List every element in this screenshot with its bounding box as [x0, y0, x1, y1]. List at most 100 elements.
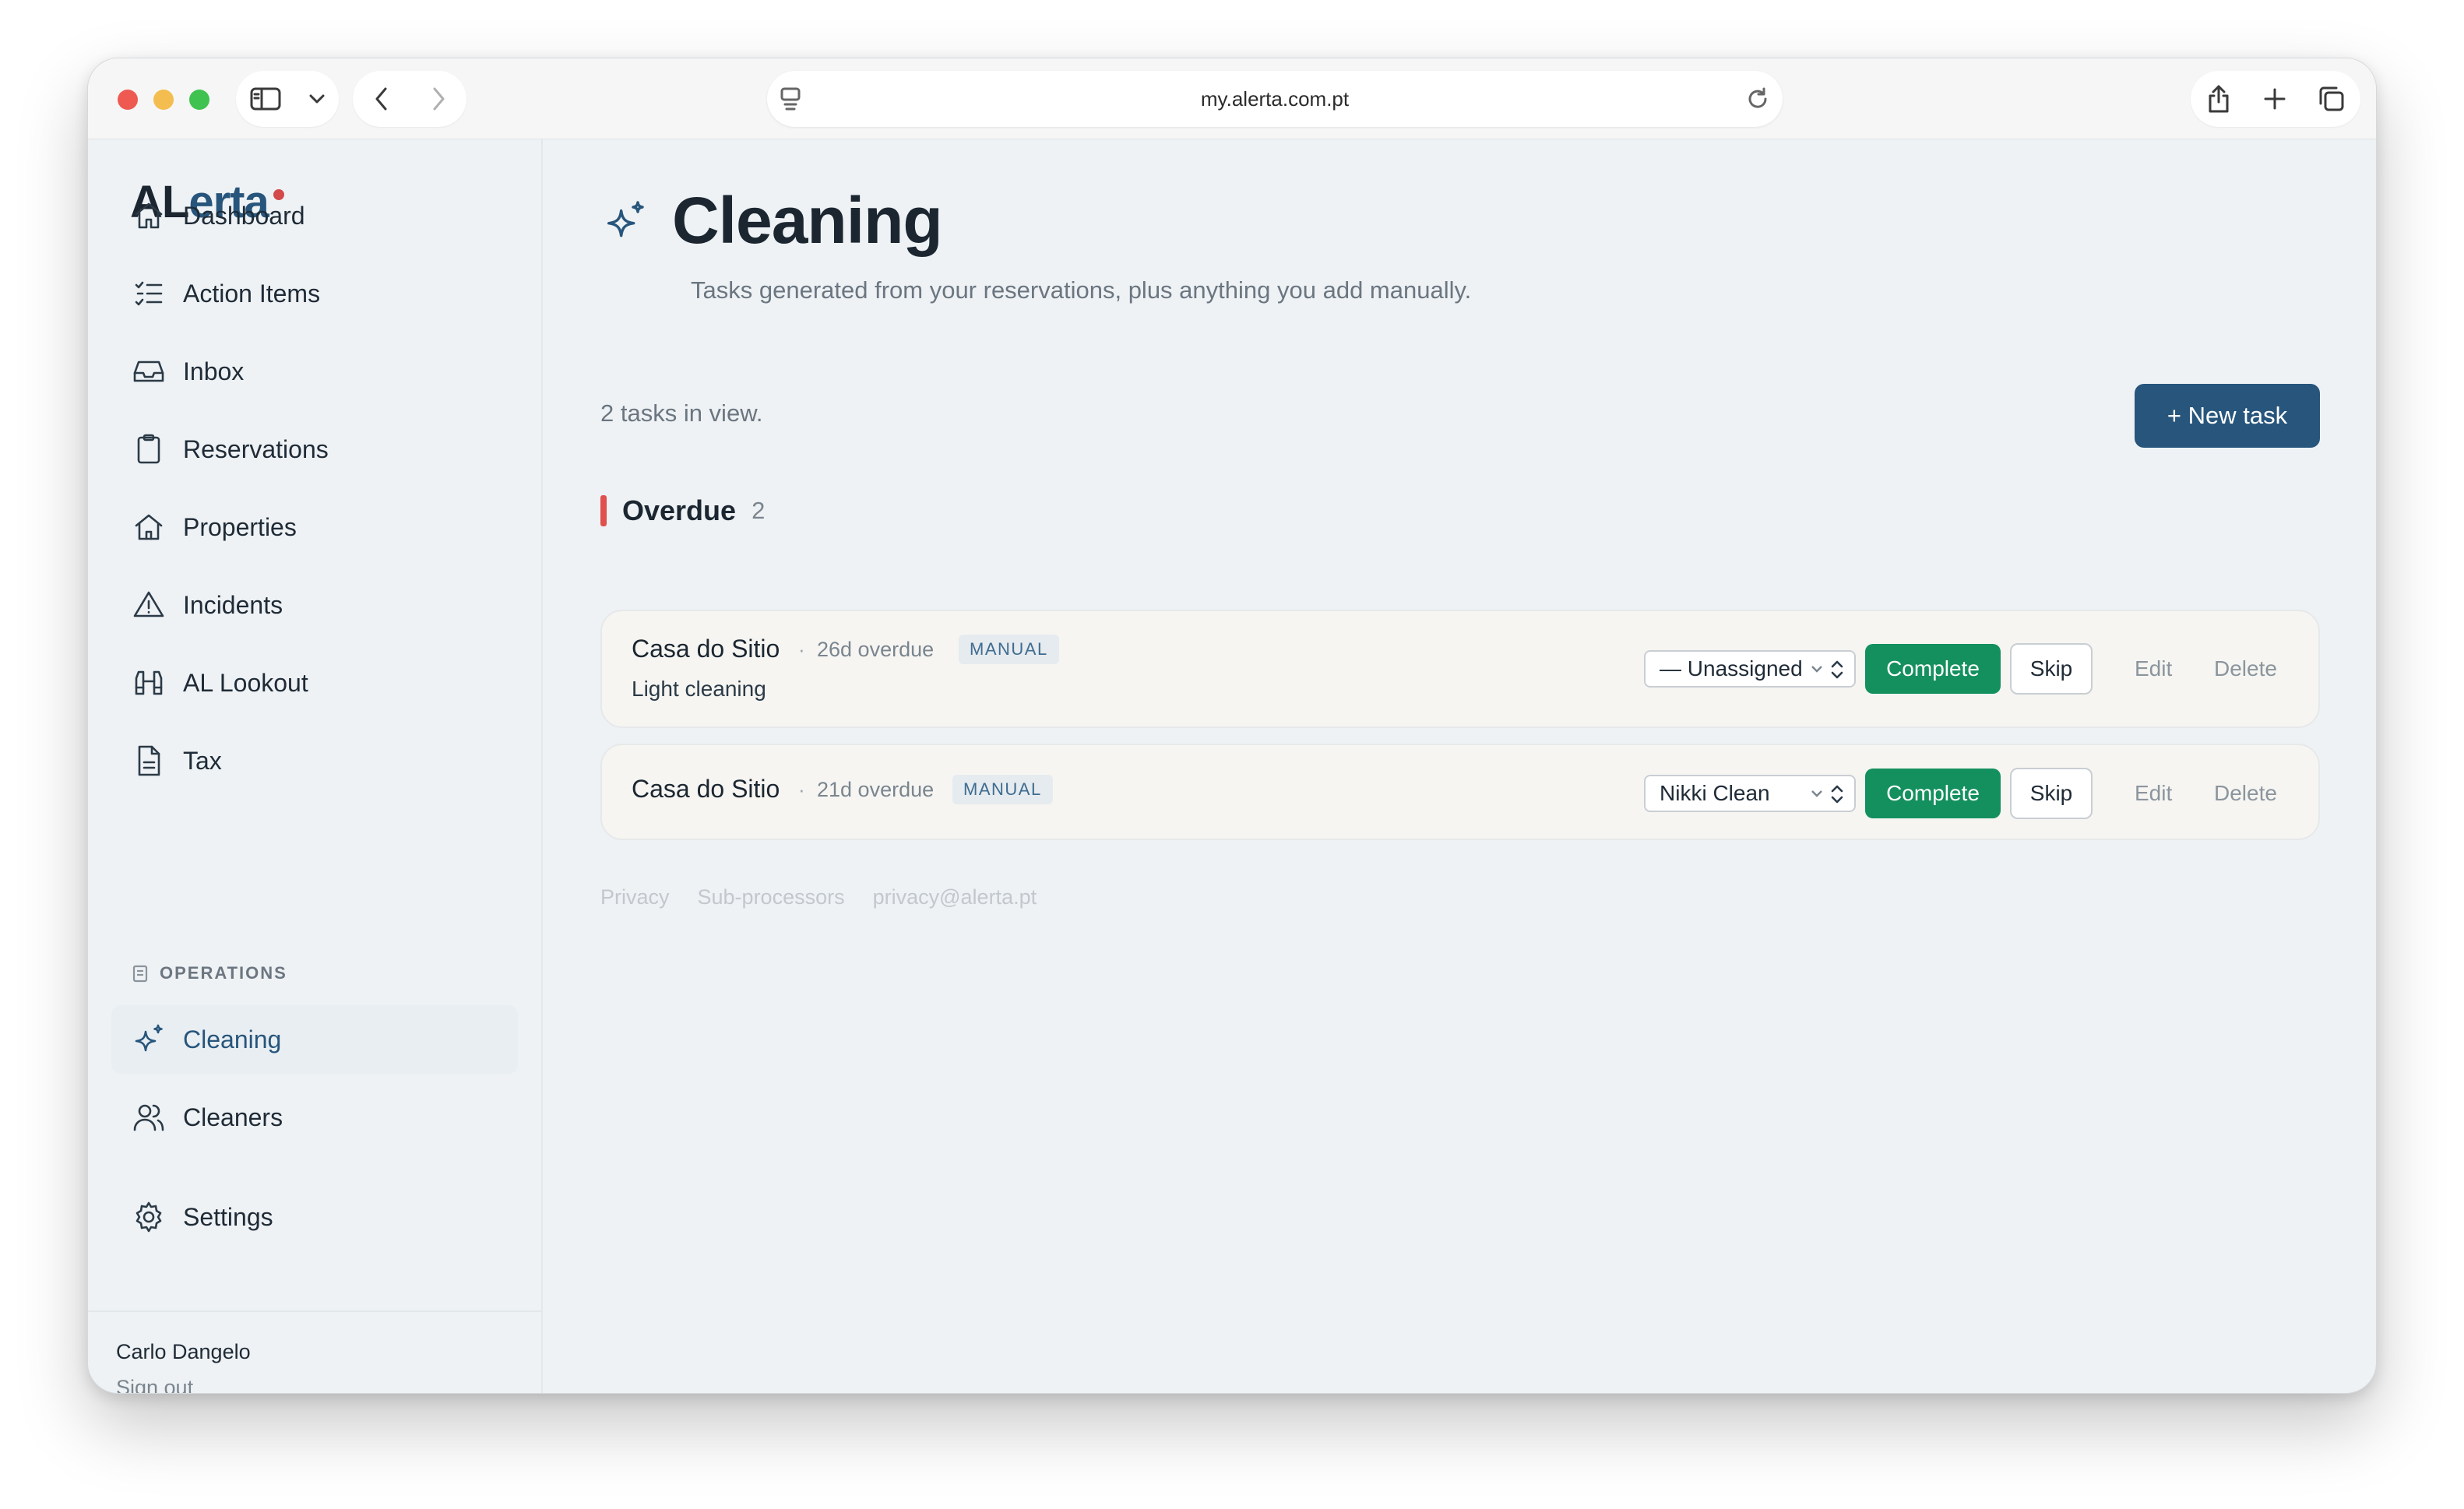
window-actions-group — [2191, 71, 2360, 127]
assignee-select[interactable]: Nikki Clean — [1644, 775, 1856, 812]
edit-button[interactable]: Edit — [2135, 656, 2172, 681]
sidebar-item-label: Inbox — [183, 357, 245, 385]
group-header-overdue: Overdue 2 — [600, 494, 765, 527]
share-icon[interactable] — [2205, 83, 2232, 114]
privacy-email-link[interactable]: privacy@alerta.pt — [873, 885, 1037, 909]
task-overdue: 21d overdue — [817, 778, 935, 801]
skip-button[interactable]: Skip — [2010, 768, 2093, 819]
assignee-value: Nikki Clean — [1660, 781, 1770, 805]
task-count: 2 tasks in view. — [600, 399, 763, 427]
close-window-button[interactable] — [118, 90, 138, 110]
sub-processors-link[interactable]: Sub-processors — [698, 885, 845, 909]
sidebar-item-label: Cleaning — [183, 1025, 282, 1053]
gear-icon — [130, 1198, 167, 1236]
group-color-bar — [600, 495, 607, 526]
clipboard-small-icon — [132, 965, 148, 983]
task-badge: MANUAL — [952, 775, 1053, 804]
privacy-link[interactable]: Privacy — [600, 885, 670, 909]
delete-button[interactable]: Delete — [2214, 656, 2277, 681]
edit-button[interactable]: Edit — [2135, 781, 2172, 806]
sidebar-item-label: Cleaners — [183, 1103, 283, 1131]
skip-button[interactable]: Skip — [2010, 643, 2093, 695]
sparkles-icon — [130, 1021, 167, 1058]
sidebar-toggle-group[interactable] — [236, 71, 339, 127]
document-icon — [130, 742, 167, 779]
back-icon[interactable] — [374, 86, 389, 111]
sidebar-item-label: Properties — [183, 512, 297, 541]
chevron-down-icon[interactable] — [308, 93, 326, 104]
task-card: Casa do Sitio · 21d overdue MANUAL Nikki… — [600, 744, 2320, 840]
history-nav-group — [353, 71, 466, 127]
task-property[interactable]: Casa do Sitio — [632, 635, 780, 663]
sidebar-item-label: AL Lookout — [183, 668, 308, 697]
task-description: Light cleaning — [632, 677, 766, 701]
home-icon — [130, 197, 167, 234]
new-task-button[interactable]: + New task — [2135, 384, 2320, 448]
browser-window: my.alerta.com.pt ALerta Dashboard Action… — [87, 58, 2377, 1394]
sidebar-footer: Carlo Dangelo Sign out — [88, 1310, 541, 1393]
sidebar: ALerta Dashboard Action Items Inbox Rese… — [88, 139, 543, 1393]
task-badge: MANUAL — [959, 635, 1059, 664]
assignee-value: — Unassigned — [1660, 656, 1803, 681]
select-arrows-icon — [1831, 785, 1843, 804]
sidebar-item-action-items[interactable]: Action Items — [111, 259, 518, 328]
binoculars-icon — [130, 664, 167, 702]
task-property[interactable]: Casa do Sitio — [632, 775, 780, 804]
minimize-window-button[interactable] — [153, 90, 174, 110]
sidebar-item-reservations[interactable]: Reservations — [111, 415, 518, 484]
sidebar-item-label: Settings — [183, 1202, 273, 1231]
sidebar-item-cleaners[interactable]: Cleaners — [111, 1083, 518, 1152]
sidebar-item-inbox[interactable]: Inbox — [111, 337, 518, 406]
url-text: my.alerta.com.pt — [1200, 87, 1350, 111]
forward-icon[interactable] — [431, 86, 446, 111]
browser-toolbar: my.alerta.com.pt — [88, 58, 2376, 139]
delete-button[interactable]: Delete — [2214, 781, 2277, 806]
group-count: 2 — [752, 497, 766, 524]
warning-icon — [130, 586, 167, 624]
checklist-icon — [130, 275, 167, 312]
sidebar-item-label: Dashboard — [183, 201, 305, 230]
sign-out-link[interactable]: Sign out — [116, 1376, 193, 1393]
section-label-operations: OPERATIONS — [130, 963, 287, 983]
complete-button[interactable]: Complete — [1865, 769, 2001, 818]
reload-icon[interactable] — [1745, 86, 1770, 111]
sidebar-item-label: Reservations — [183, 434, 329, 463]
zoom-window-button[interactable] — [189, 90, 209, 110]
sidebar-item-al-lookout[interactable]: AL Lookout — [111, 649, 518, 717]
address-bar[interactable]: my.alerta.com.pt — [767, 71, 1783, 127]
page-subtitle: Tasks generated from your reservations, … — [691, 276, 1472, 304]
clipboard-icon — [130, 431, 167, 468]
complete-button[interactable]: Complete — [1865, 644, 2001, 694]
main-content: Cleaning Tasks generated from your reser… — [544, 139, 2376, 1393]
sidebar-item-label: Tax — [183, 746, 222, 775]
sidebar-item-label: Incidents — [183, 590, 283, 619]
user-name: Carlo Dangelo — [116, 1340, 251, 1363]
tab-overview-icon[interactable] — [2318, 85, 2346, 113]
sidebar-item-properties[interactable]: Properties — [111, 493, 518, 561]
new-tab-icon[interactable] — [2262, 86, 2287, 111]
chevron-down-icon — [1811, 790, 1822, 797]
chevron-down-icon — [1811, 666, 1822, 673]
page-title: Cleaning — [672, 184, 943, 257]
task-separator: · — [798, 638, 805, 661]
assignee-select[interactable]: — Unassigned — [1644, 650, 1856, 688]
sidebar-item-settings[interactable]: Settings — [111, 1183, 518, 1251]
select-arrows-icon — [1831, 660, 1843, 679]
sidebar-item-cleaning[interactable]: Cleaning — [111, 1005, 518, 1074]
users-icon — [130, 1099, 167, 1136]
page-header: Cleaning — [600, 183, 943, 259]
task-overdue: 26d overdue — [817, 638, 935, 661]
sidebar-item-dashboard[interactable]: Dashboard — [111, 181, 518, 250]
sparkles-icon — [607, 200, 644, 237]
house-icon — [130, 508, 167, 546]
section-label-text: OPERATIONS — [160, 963, 287, 983]
task-separator: · — [798, 778, 805, 801]
group-title: Overdue — [622, 494, 737, 526]
sidebar-item-label: Action Items — [183, 279, 321, 308]
footer-links: Privacy Sub-processors privacy@alerta.pt — [600, 885, 1037, 909]
sidebar-toggle-icon[interactable] — [250, 86, 281, 111]
sidebar-item-incidents[interactable]: Incidents — [111, 571, 518, 639]
inbox-icon — [130, 353, 167, 390]
task-card: Casa do Sitio · 26d overdue MANUAL Light… — [600, 610, 2320, 728]
sidebar-item-tax[interactable]: Tax — [111, 726, 518, 795]
